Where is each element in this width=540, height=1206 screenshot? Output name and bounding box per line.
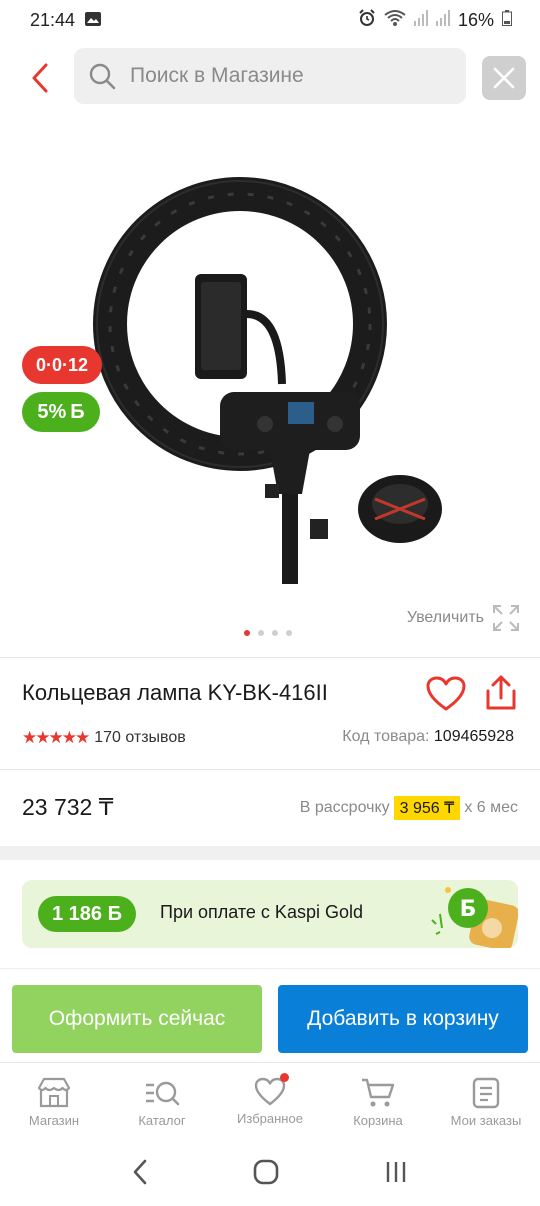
gallery-dot[interactable]: [286, 630, 292, 636]
close-button[interactable]: [482, 56, 526, 100]
chevron-left-icon: [134, 1159, 147, 1184]
installment-badge: 0·0·12: [22, 346, 102, 384]
nav-label: Избранное: [237, 1111, 303, 1126]
orders-icon: [472, 1077, 500, 1109]
alarm-icon: [358, 8, 376, 32]
rating-stars: ★★★★★: [22, 728, 90, 747]
sku: Код товара: 109465928: [342, 728, 514, 746]
expand-icon: [493, 605, 519, 631]
share-icon: [486, 675, 516, 710]
bonus-badge-value: 5%: [37, 400, 67, 423]
product-title-block: Кольцевая лампа KY-BK-416II ★★★★★ 170 от…: [0, 658, 540, 768]
product-title: Кольцевая лампа KY-BK-416II: [22, 680, 328, 705]
nav-item-favorites[interactable]: Избранное: [216, 1063, 324, 1142]
gallery-dot[interactable]: [244, 630, 250, 636]
zoom-button[interactable]: Увеличить: [407, 604, 520, 632]
search-icon: [89, 63, 116, 90]
catalog-icon: [146, 1081, 180, 1106]
back-button[interactable]: [22, 58, 58, 98]
gallery-dots: [244, 630, 292, 636]
store-icon: [37, 1077, 71, 1108]
action-bar: Оформить сейчас Добавить в корзину: [0, 968, 540, 1062]
bonus-badge: 5% Б: [22, 392, 100, 432]
system-recents-button[interactable]: [384, 1160, 408, 1189]
recents-icon: [386, 1161, 405, 1182]
kaspi-gold-icon: Б: [431, 887, 518, 948]
search-input[interactable]: Поиск в Магазине: [74, 48, 466, 104]
nav-item-cart[interactable]: Корзина: [324, 1063, 432, 1142]
nav-label: Каталог: [138, 1113, 186, 1128]
rating-row[interactable]: ★★★★★ 170 отзывов: [22, 728, 186, 748]
add-to-cart-button[interactable]: Добавить в корзину: [278, 985, 528, 1053]
price-block: 23 732 ₸ В рассрочку 3 956 ₸ x 6 мес: [0, 770, 540, 846]
nav-item-orders[interactable]: Мои заказы: [432, 1063, 540, 1142]
search-placeholder: Поиск в Магазине: [130, 64, 304, 87]
signal-icon: [413, 9, 428, 31]
kaspi-gold-text: При оплате с Kaspi Gold: [160, 902, 363, 922]
heart-icon: [426, 676, 466, 711]
battery-icon: [502, 9, 512, 31]
image-icon: [85, 10, 102, 31]
home-circle-icon: [253, 1159, 279, 1184]
nav-item-store[interactable]: Магазин: [0, 1063, 108, 1142]
product-price: 23 732 ₸: [22, 794, 114, 820]
section-divider: [0, 846, 540, 860]
installment-amount: 3 956 ₸: [393, 796, 461, 820]
kaspi-gold-bonus: 1 186 Б: [38, 896, 136, 932]
product-gallery[interactable]: 0·0·12 5% Б Увеличить: [0, 114, 540, 654]
kaspi-gold-banner[interactable]: 1 186 Б При оплате с Kaspi Gold Б: [22, 880, 518, 948]
cart-icon: [362, 1078, 395, 1107]
wifi-icon: [384, 9, 406, 32]
nav-label: Корзина: [353, 1113, 403, 1128]
product-image[interactable]: [70, 134, 470, 604]
checkout-button[interactable]: Оформить сейчас: [12, 985, 262, 1053]
system-home-button[interactable]: [253, 1159, 279, 1190]
svg-text:Б: Б: [460, 897, 477, 922]
nav-label: Мои заказы: [450, 1113, 522, 1128]
reviews-count: 170 отзывов: [94, 729, 186, 746]
installment-prefix: В рассрочку: [299, 799, 390, 816]
installment-info[interactable]: В рассрочку 3 956 ₸ x 6 мес: [300, 796, 518, 820]
heart-icon: [254, 1077, 286, 1106]
search-header: Поиск в Магазине: [0, 40, 540, 114]
share-button[interactable]: [484, 674, 518, 712]
gallery-dot[interactable]: [272, 630, 278, 636]
battery-text: 16%: [457, 9, 494, 30]
close-icon: [493, 67, 515, 89]
status-time: 21:44: [30, 9, 76, 30]
sku-value: 109465928: [433, 728, 514, 745]
status-bar: 21:44 16%: [0, 0, 540, 40]
signal-icon: [435, 9, 450, 31]
notification-dot: [280, 1073, 289, 1082]
gallery-dot[interactable]: [258, 630, 264, 636]
favorite-button[interactable]: [426, 676, 466, 712]
nav-label: Магазин: [28, 1113, 80, 1128]
bonus-symbol: Б: [70, 400, 85, 423]
sku-label: Код товара:: [342, 728, 430, 745]
chevron-left-icon: [32, 63, 48, 93]
system-nav-bar: [0, 1142, 540, 1206]
zoom-label: Увеличить: [406, 609, 484, 626]
installment-suffix: x 6 мес: [464, 799, 518, 816]
bottom-nav: Магазин Каталог Избранное Корзина Мои за…: [0, 1062, 540, 1142]
system-back-button[interactable]: [132, 1159, 148, 1190]
nav-item-catalog[interactable]: Каталог: [108, 1063, 216, 1142]
